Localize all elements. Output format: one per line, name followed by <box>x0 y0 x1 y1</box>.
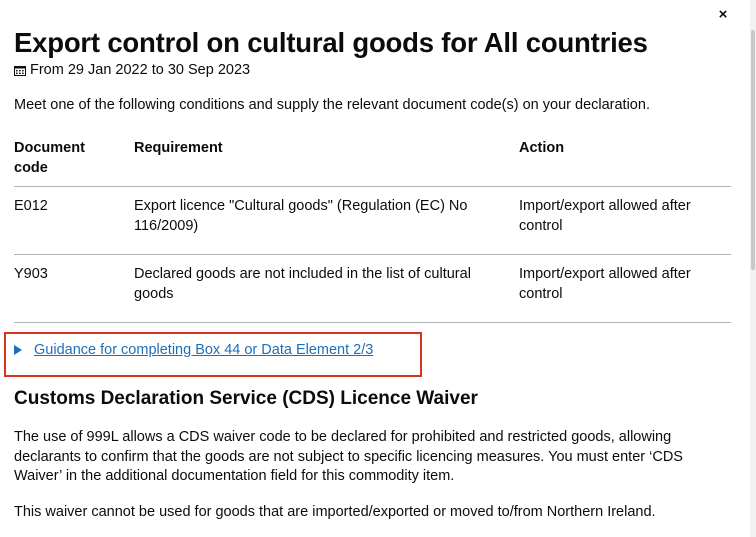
date-range: From 29 Jan 2022 to 30 Sep 2023 <box>14 61 250 79</box>
intro-text: Meet one of the following conditions and… <box>14 97 650 113</box>
guidance-expander[interactable]: Guidance for completing Box 44 or Data E… <box>14 340 373 360</box>
column-header-action: Action <box>519 138 731 187</box>
document-codes-table: Document code Requirement Action E012 Ex… <box>14 138 731 323</box>
triangle-right-icon[interactable] <box>14 345 22 355</box>
close-icon[interactable]: × <box>715 6 731 24</box>
table-row: E012 Export licence "Cultural goods" (Re… <box>14 186 731 255</box>
column-header-code: Document code <box>14 138 134 187</box>
requirement-cell: Export licence "Cultural goods" (Regulat… <box>134 186 519 255</box>
guidance-link[interactable]: Guidance for completing Box 44 or Data E… <box>34 340 373 360</box>
cds-waiver-paragraph: The use of 999L allows a CDS waiver code… <box>14 429 683 484</box>
table-header-row: Document code Requirement Action <box>14 138 731 187</box>
document-code-cell: E012 <box>14 186 134 255</box>
cds-waiver-restriction-paragraph: This waiver cannot be used for goods tha… <box>14 504 656 520</box>
cds-waiver-heading: Customs Declaration Service (CDS) Licenc… <box>14 388 478 409</box>
document-code-cell: Y903 <box>14 254 134 323</box>
date-range-text: From 29 Jan 2022 to 30 Sep 2023 <box>30 62 251 78</box>
page-title: Export control on cultural goods for All… <box>14 27 648 58</box>
requirement-cell: Declared goods are not included in the l… <box>134 254 519 323</box>
scrollbar[interactable] <box>750 0 756 537</box>
table-row: Y903 Declared goods are not included in … <box>14 254 731 323</box>
column-header-requirement: Requirement <box>134 138 519 187</box>
calendar-icon <box>14 65 26 76</box>
action-cell: Import/export allowed after control <box>519 186 731 255</box>
modal-dialog: × Export control on cultural goods for A… <box>0 0 756 537</box>
scrollbar-thumb[interactable] <box>751 30 755 270</box>
action-cell: Import/export allowed after control <box>519 254 731 323</box>
